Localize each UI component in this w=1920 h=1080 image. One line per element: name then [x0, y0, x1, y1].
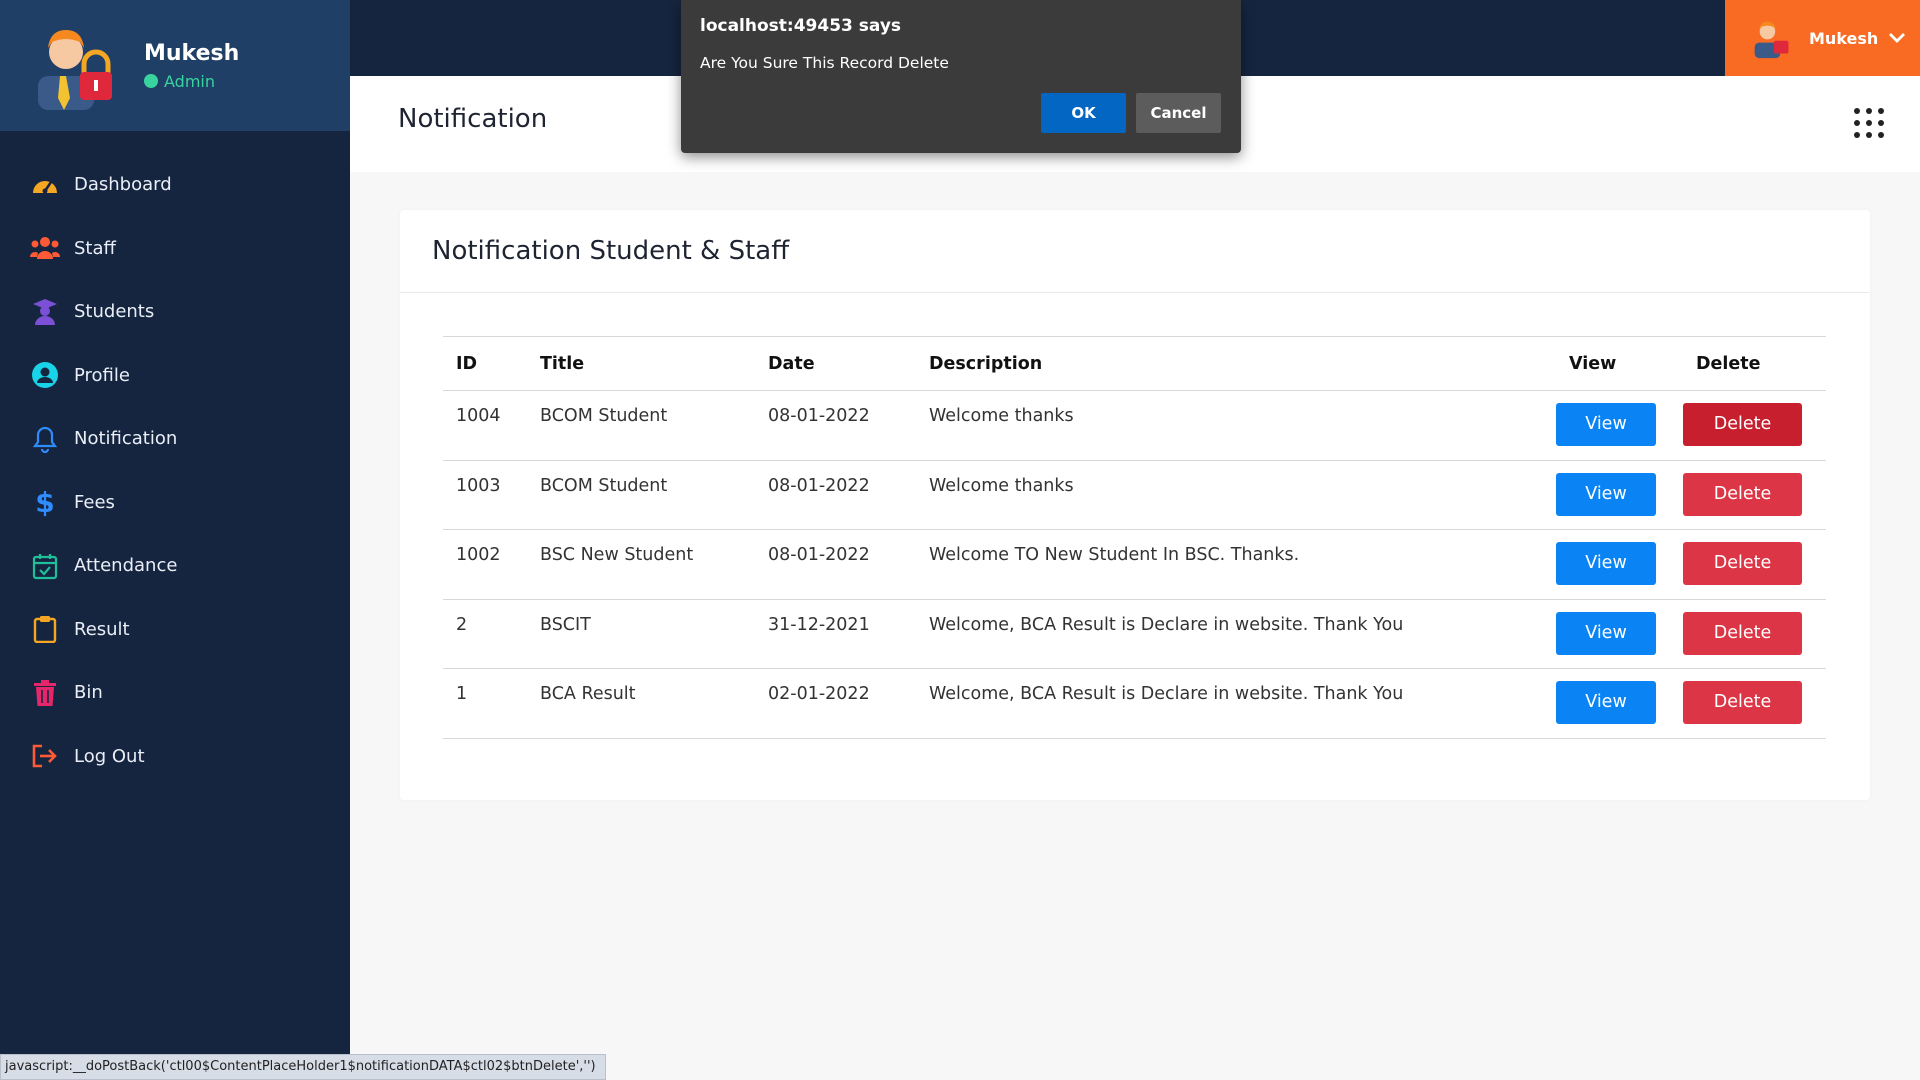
view-button[interactable]: View — [1556, 681, 1656, 724]
cell-description: Welcome, BCA Result is Declare in websit… — [916, 599, 1556, 669]
sidebar-item-result[interactable]: Result — [0, 598, 350, 662]
cell-title: BSC New Student — [527, 529, 755, 600]
sidebar-item-label: Profile — [74, 364, 130, 386]
notification-card: Notification Student & Staff ID Title Da… — [400, 210, 1870, 800]
card-title: Notification Student & Staff — [400, 210, 1870, 293]
sidebar-item-notification[interactable]: Notification — [0, 407, 350, 471]
dialog-title: localhost:49453 says — [700, 16, 902, 36]
profile-role: Admin — [144, 72, 239, 91]
page-title: Notification — [398, 104, 548, 134]
sidebar-item-attendance[interactable]: Attendance — [0, 534, 350, 598]
cell-id: 1004 — [443, 390, 527, 461]
sidebar-menu: Dashboard Staff Students Profile Notific… — [0, 153, 350, 788]
cell-id: 2 — [443, 599, 527, 669]
bell-icon — [30, 424, 60, 454]
cell-title: BCOM Student — [527, 460, 755, 530]
delete-button[interactable]: Delete — [1683, 472, 1802, 516]
cell-description: Welcome thanks — [916, 460, 1556, 530]
table-row: 1002 BSC New Student 08-01-2022 Welcome … — [443, 529, 1826, 600]
user-menu-button[interactable]: Mukesh — [1725, 0, 1920, 76]
cell-id: 1003 — [443, 460, 527, 530]
table-row: 1 BCA Result 02-01-2022 Welcome, BCA Res… — [443, 668, 1826, 739]
cell-date: 08-01-2022 — [755, 460, 916, 530]
profile-role-label: Admin — [164, 71, 215, 91]
cell-description: Welcome, BCA Result is Declare in websit… — [916, 668, 1556, 739]
chevron-down-icon — [1888, 29, 1906, 48]
user-avatar — [1751, 17, 1793, 59]
sidebar-item-label: Students — [74, 301, 155, 323]
view-button[interactable]: View — [1556, 472, 1656, 516]
logout-icon — [30, 741, 60, 771]
cell-date: 08-01-2022 — [755, 529, 916, 600]
ok-button[interactable]: OK — [1041, 93, 1126, 133]
column-header-delete: Delete — [1683, 336, 1826, 391]
sidebar-item-students[interactable]: Students — [0, 280, 350, 344]
table-row: 1003 BCOM Student 08-01-2022 Welcome tha… — [443, 460, 1826, 530]
sidebar-item-logout[interactable]: Log Out — [0, 725, 350, 789]
cell-id: 1002 — [443, 529, 527, 600]
view-button[interactable]: View — [1556, 611, 1656, 655]
sidebar-item-fees[interactable]: $ Fees — [0, 471, 350, 535]
cell-date: 02-01-2022 — [755, 668, 916, 739]
table-header-row: ID Title Date Description View Delete — [443, 336, 1826, 391]
column-header-id: ID — [443, 336, 527, 391]
online-status-dot — [144, 74, 158, 88]
apps-grid-icon[interactable] — [1854, 108, 1884, 138]
column-header-title: Title — [527, 336, 755, 391]
sidebar-item-label: Staff — [74, 237, 116, 259]
cell-title: BSCIT — [527, 599, 755, 669]
delete-button[interactable]: Delete — [1683, 611, 1802, 655]
user-menu-name: Mukesh — [1809, 28, 1879, 48]
table-row: 2 BSCIT 31-12-2021 Welcome, BCA Result i… — [443, 599, 1826, 669]
sidebar-item-label: Result — [74, 618, 130, 640]
sidebar-item-label: Dashboard — [74, 174, 172, 196]
browser-status-bar: javascript:__doPostBack('ctl00$ContentPl… — [0, 1054, 606, 1080]
sidebar-item-label: Fees — [74, 491, 115, 513]
cell-title: BCOM Student — [527, 390, 755, 461]
calendar-check-icon — [30, 551, 60, 581]
notification-table: ID Title Date Description View Delete 10… — [443, 336, 1826, 739]
view-button[interactable]: View — [1556, 403, 1656, 446]
table-row: 1004 BCOM Student 08-01-2022 Welcome tha… — [443, 390, 1826, 461]
admin-avatar — [30, 20, 122, 112]
delete-button[interactable]: Delete — [1683, 542, 1802, 585]
sidebar-item-label: Attendance — [74, 555, 178, 577]
dollar-icon: $ — [35, 485, 55, 519]
cell-description: Welcome thanks — [916, 390, 1556, 461]
cell-date: 31-12-2021 — [755, 599, 916, 669]
sidebar-item-label: Bin — [74, 682, 103, 704]
dialog-buttons: OK Cancel — [1041, 93, 1221, 133]
confirm-dialog: localhost:49453 says Are You Sure This R… — [681, 0, 1241, 153]
trash-icon — [30, 678, 60, 708]
graduate-icon — [30, 297, 60, 327]
cell-id: 1 — [443, 668, 527, 739]
cell-date: 08-01-2022 — [755, 390, 916, 461]
sidebar-item-label: Notification — [74, 428, 178, 450]
view-button[interactable]: View — [1556, 542, 1656, 585]
clipboard-icon — [30, 614, 60, 644]
users-icon — [30, 233, 60, 263]
sidebar-item-staff[interactable]: Staff — [0, 217, 350, 281]
dialog-message: Are You Sure This Record Delete — [700, 54, 949, 72]
sidebar-item-profile[interactable]: Profile — [0, 344, 350, 408]
sidebar-profile: Mukesh Admin — [0, 0, 350, 131]
column-header-view: View — [1556, 336, 1683, 391]
dashboard-gauge-icon — [30, 170, 60, 200]
profile-name: Mukesh — [144, 40, 240, 66]
sidebar-item-label: Log Out — [74, 745, 145, 767]
sidebar-item-dashboard[interactable]: Dashboard — [0, 153, 350, 217]
user-circle-icon — [30, 360, 60, 390]
column-header-description: Description — [916, 336, 1556, 391]
sidebar-item-bin[interactable]: Bin — [0, 661, 350, 725]
cell-description: Welcome TO New Student In BSC. Thanks. — [916, 529, 1556, 600]
column-header-date: Date — [755, 336, 916, 391]
cell-title: BCA Result — [527, 668, 755, 739]
cancel-button[interactable]: Cancel — [1136, 93, 1221, 133]
delete-button[interactable]: Delete — [1683, 681, 1802, 724]
delete-button[interactable]: Delete — [1683, 403, 1802, 446]
sidebar: Mukesh Admin Dashboard Staff Students Pr… — [0, 0, 350, 1080]
